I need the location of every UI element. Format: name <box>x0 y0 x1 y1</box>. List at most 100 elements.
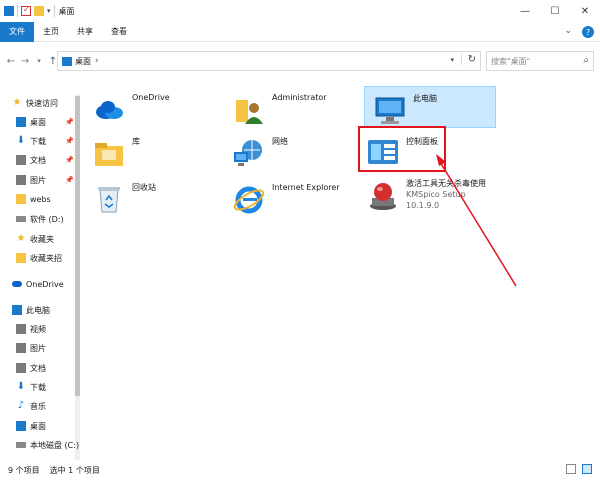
onedrive-icon <box>92 92 126 126</box>
sidebar-item-desktop[interactable]: 桌面 📌 <box>16 115 80 129</box>
sidebar-item-quick-access[interactable]: ★ 快速访问 <box>12 96 92 110</box>
desktop-icon <box>62 56 72 66</box>
search-box[interactable]: 搜索"桌面" ⌕ <box>486 51 594 71</box>
star-icon: ★ <box>16 233 26 244</box>
sidebar-item-downloads[interactable]: ⬇ 下载 📌 <box>16 134 80 148</box>
computer-icon <box>373 93 407 127</box>
sidebar-item-label: 下载 <box>30 136 46 146</box>
tab-file[interactable]: 文件 <box>0 21 34 42</box>
item-onedrive[interactable]: OneDrive <box>92 92 202 130</box>
picture-icon <box>16 343 26 353</box>
sidebar-item-label: 本地磁盘 (C:) <box>30 440 80 450</box>
pin-icon: 📌 <box>65 176 74 184</box>
title-bar: ▾ 桌面 — ☐ ✕ <box>0 0 600 22</box>
sidebar-item-label: 视频 <box>30 324 46 334</box>
sidebar-item-label: 收藏夹招 <box>30 253 62 263</box>
picture-icon <box>16 175 26 185</box>
sidebar-item-label: 下载 <box>30 382 46 392</box>
minimize-button[interactable]: — <box>510 0 540 22</box>
sidebar-item-label: 图片 <box>30 175 46 185</box>
chevron-down-icon[interactable]: ▾ <box>450 56 454 64</box>
item-this-pc[interactable]: 此电脑 <box>364 86 496 128</box>
network-icon <box>232 136 266 170</box>
item-label: 此电脑 <box>413 94 437 103</box>
tab-share[interactable]: 共享 <box>68 22 102 42</box>
search-icon[interactable]: ⌕ <box>583 55 589 66</box>
music-icon: ♪ <box>17 400 25 411</box>
address-path[interactable]: 桌面 <box>75 56 91 67</box>
navigation-bar: ← → ▾ ↑ 桌面 › ▾ ↻ 搜索"桌面" ⌕ <box>0 50 600 72</box>
window-title: 桌面 <box>58 6 75 16</box>
sidebar-item-label: 图片 <box>30 343 46 353</box>
sidebar-item-pictures[interactable]: 图片 📌 <box>16 173 80 187</box>
sidebar-item-label: 文档 <box>30 155 46 165</box>
ribbon-right: ⌄ ? <box>564 26 594 38</box>
tab-view[interactable]: 查看 <box>102 22 136 42</box>
item-internet-explorer[interactable]: Internet Explorer <box>232 182 362 220</box>
item-label: 激活工具无关杀毒使用 <box>406 179 486 188</box>
sidebar-item-label: OneDrive <box>26 279 64 289</box>
desktop-icon <box>16 421 26 431</box>
sidebar-item-label: 桌面 <box>30 117 46 127</box>
item-label: OneDrive <box>132 93 170 102</box>
forward-arrow-icon[interactable]: → <box>18 56 32 67</box>
close-button[interactable]: ✕ <box>570 0 600 22</box>
item-description: KMSpico Setup <box>406 190 466 199</box>
sidebar-item-documents[interactable]: 文档 📌 <box>16 153 80 167</box>
help-icon[interactable]: ? <box>582 26 594 38</box>
sidebar-item-label: 快速访问 <box>26 98 58 108</box>
back-arrow-icon[interactable]: ← <box>4 56 18 67</box>
address-bar[interactable]: 桌面 › ▾ ↻ <box>57 51 481 71</box>
selection-count: 选中 1 个项目 <box>49 465 100 475</box>
document-icon <box>16 363 26 373</box>
item-label: 网络 <box>272 137 288 146</box>
status-bar: 9 个项目 选中 1 个项目 <box>0 460 600 480</box>
highlight-box <box>358 126 446 172</box>
new-folder-icon[interactable] <box>34 6 44 16</box>
tab-home[interactable]: 主页 <box>34 22 68 42</box>
item-recycle-bin[interactable]: 回收站 <box>92 182 202 220</box>
recycle-bin-icon <box>92 182 126 216</box>
sidebar-item-this-pc[interactable]: 此电脑 <box>12 303 92 317</box>
item-label: Internet Explorer <box>272 183 340 192</box>
folder-icon <box>16 194 26 204</box>
item-network[interactable]: 网络 <box>232 136 352 174</box>
ie-icon <box>232 182 266 216</box>
file-list: OneDrive Administrator 此电脑 库 网络 控制面板 回收站… <box>82 80 600 460</box>
window-controls: — ☐ ✕ <box>510 0 600 22</box>
download-icon: ⬇ <box>16 381 26 392</box>
item-version: 10.1.9.0 <box>406 201 440 210</box>
chevron-right-icon[interactable]: › <box>95 56 99 66</box>
recent-dropdown-icon[interactable]: ▾ <box>32 57 46 65</box>
view-switcher <box>566 464 592 474</box>
sidebar-item-onedrive[interactable]: OneDrive <box>12 277 92 291</box>
divider <box>53 5 55 17</box>
cloud-icon <box>12 281 22 287</box>
large-icons-view-icon[interactable] <box>582 464 592 474</box>
download-icon: ⬇ <box>16 135 26 146</box>
star-icon: ★ <box>12 97 22 108</box>
item-administrator[interactable]: Administrator <box>232 92 352 130</box>
folder-icon <box>16 253 26 263</box>
maximize-button[interactable]: ☐ <box>540 0 570 22</box>
search-input[interactable]: 搜索"桌面" <box>491 56 530 67</box>
properties-icon[interactable] <box>21 5 31 16</box>
refresh-icon[interactable]: ↻ <box>460 54 476 65</box>
item-kmspico-setup[interactable]: 激活工具无关杀毒使用 KMSpico Setup 10.1.9.0 <box>366 178 516 228</box>
sidebar-item-label: 收藏夹 <box>30 234 54 244</box>
sidebar-item-label: 此电脑 <box>26 305 50 315</box>
item-label: Administrator <box>272 93 327 102</box>
ribbon-tabs: 文件 主页 共享 查看 ⌄ ? <box>0 21 600 42</box>
video-icon <box>16 324 26 334</box>
desktop-icon <box>16 117 26 127</box>
quick-access-toolbar: ▾ <box>0 5 55 17</box>
chevron-down-icon[interactable]: ▾ <box>47 7 51 15</box>
item-count: 9 个项目 <box>8 465 40 475</box>
item-library[interactable]: 库 <box>92 136 202 174</box>
expand-ribbon-icon[interactable]: ⌄ <box>564 26 572 38</box>
window-icon <box>4 6 14 16</box>
computer-icon <box>12 305 22 315</box>
pin-icon: 📌 <box>65 137 74 145</box>
drive-icon <box>16 442 26 448</box>
details-view-icon[interactable] <box>566 464 576 474</box>
